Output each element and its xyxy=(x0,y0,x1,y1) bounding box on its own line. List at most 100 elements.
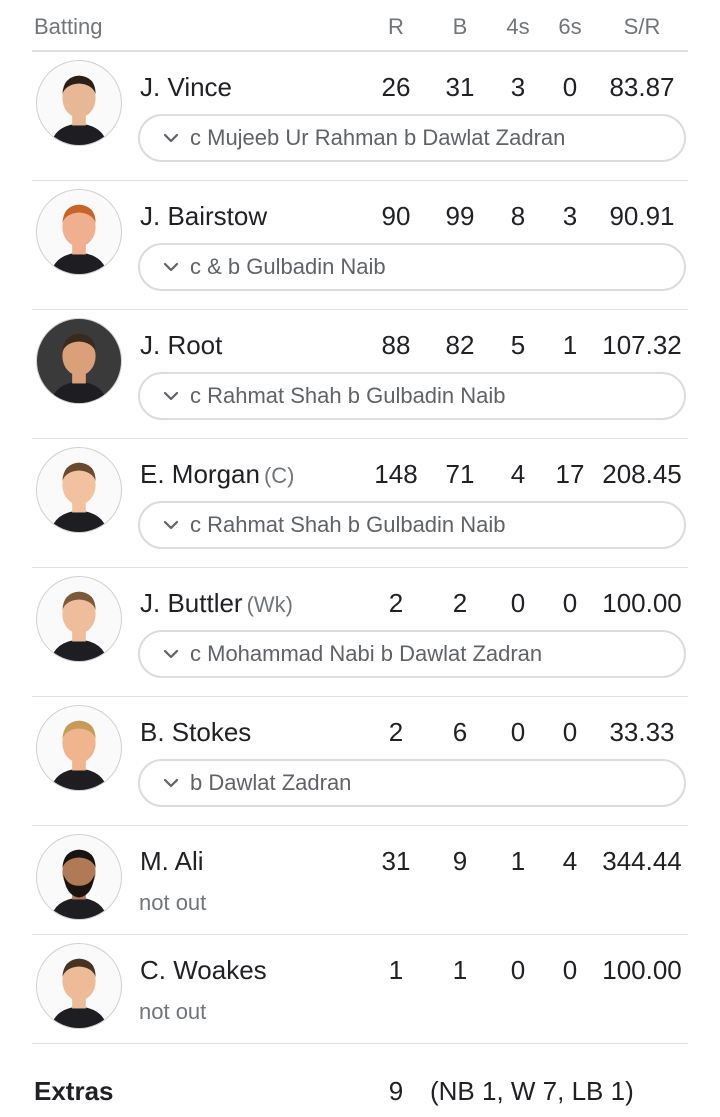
stat-runs: 2 xyxy=(388,588,404,618)
dismissal-expander[interactable]: c Rahmat Shah b Gulbadin Naib xyxy=(138,372,686,420)
stat-fours: 1 xyxy=(510,846,526,876)
stat-runs: 1 xyxy=(388,955,404,985)
stat-sixes: 4 xyxy=(562,846,578,876)
player-name[interactable]: C. Woakes xyxy=(140,955,267,986)
extras-total: 9 xyxy=(388,1076,404,1106)
player-avatar xyxy=(36,705,122,791)
stat-sixes: 3 xyxy=(562,201,578,231)
player-role-tag: (Wk) xyxy=(246,592,294,617)
player-photo-icon xyxy=(50,849,108,919)
dismissal-expander[interactable]: c & b Gulbadin Naib xyxy=(138,243,686,291)
player-name[interactable]: J. Vince xyxy=(140,72,232,103)
stat-strike-rate: 107.32 xyxy=(602,330,682,360)
player-avatar xyxy=(36,189,122,275)
player-row: M. Ali 31 9 1 4 344.44 not out xyxy=(0,826,720,935)
stat-sixes: 0 xyxy=(562,955,578,985)
stat-sixes: 0 xyxy=(562,72,578,102)
stat-balls: 1 xyxy=(452,955,468,985)
stat-fours: 5 xyxy=(510,330,526,360)
player-row: J. Bairstow 90 99 8 3 90.91 c & b Gulbadin Nai… xyxy=(0,181,720,310)
player-name-text: E. Morgan xyxy=(140,459,260,489)
stat-runs: 90 xyxy=(381,201,411,231)
player-name-text: J. Bairstow xyxy=(140,201,268,231)
player-photo-icon xyxy=(50,462,108,532)
player-row: J. Root 88 82 5 1 107.32 c Rahmat Shah b Gulba… xyxy=(0,310,720,439)
player-photo-icon xyxy=(50,75,108,145)
col-header-strike-rate: S/R xyxy=(623,14,661,39)
player-name-text: M. Ali xyxy=(140,846,204,876)
dismissal-expander[interactable]: c Rahmat Shah b Gulbadin Naib xyxy=(138,501,686,549)
player-avatar xyxy=(36,576,122,662)
stat-strike-rate: 83.87 xyxy=(609,72,675,102)
player-row: J. Buttler (Wk) 2 2 0 0 100.00 c Mohammad Nabi … xyxy=(0,568,720,697)
stat-runs: 31 xyxy=(381,846,411,876)
stat-sixes: 0 xyxy=(562,717,578,747)
player-name-text: J. Buttler xyxy=(140,588,243,618)
player-name[interactable]: B. Stokes xyxy=(140,717,251,748)
dismissal-text: c Mujeeb Ur Rahman b Dawlat Zadran xyxy=(190,125,566,150)
player-row: B. Stokes 2 6 0 0 33.33 b Dawlat Zadran xyxy=(0,697,720,826)
stat-runs: 2 xyxy=(388,717,404,747)
player-avatar xyxy=(36,318,122,404)
player-row: E. Morgan (C) 148 71 4 17 208.45 c Rahmat Shah … xyxy=(0,439,720,568)
stat-strike-rate: 33.33 xyxy=(609,717,675,747)
player-avatar xyxy=(36,943,122,1029)
dismissal-expander[interactable]: b Dawlat Zadran xyxy=(138,759,686,807)
stat-strike-rate: 344.44 xyxy=(602,846,682,876)
stat-fours: 4 xyxy=(510,459,526,489)
stat-balls: 71 xyxy=(445,459,475,489)
player-name[interactable]: J. Buttler (Wk) xyxy=(140,588,293,619)
dismissal-text: b Dawlat Zadran xyxy=(190,770,352,795)
stat-balls: 31 xyxy=(445,72,475,102)
stat-sixes: 17 xyxy=(555,459,585,489)
player-photo-icon xyxy=(50,720,108,790)
player-avatar xyxy=(36,60,122,146)
stat-fours: 0 xyxy=(510,717,526,747)
col-header-balls: B xyxy=(452,14,468,39)
stat-balls: 9 xyxy=(452,846,468,876)
chevron-down-icon xyxy=(163,649,179,659)
player-row: J. Vince 26 31 3 0 83.87 c Mujeeb Ur Rahman b … xyxy=(0,52,720,181)
stat-balls: 82 xyxy=(445,330,475,360)
player-photo-icon xyxy=(50,591,108,661)
player-photo-icon xyxy=(50,958,108,1028)
chevron-down-icon xyxy=(163,262,179,272)
player-name[interactable]: E. Morgan (C) xyxy=(140,459,295,490)
stat-balls: 99 xyxy=(445,201,475,231)
player-name[interactable]: J. Bairstow xyxy=(140,201,267,232)
extras-row: Extras 9 (NB 1, W 7, LB 1) xyxy=(0,1066,720,1116)
player-row: C. Woakes 1 1 0 0 100.00 not out xyxy=(0,935,720,1044)
stat-balls: 2 xyxy=(452,588,468,618)
stat-strike-rate: 100.00 xyxy=(602,588,682,618)
chevron-down-icon xyxy=(163,778,179,788)
player-name-text: J. Root xyxy=(140,330,223,360)
dismissal-expander[interactable]: c Mohammad Nabi b Dawlat Zadran xyxy=(138,630,686,678)
player-name[interactable]: J. Root xyxy=(140,330,222,361)
stat-strike-rate: 208.45 xyxy=(602,459,682,489)
stat-balls: 6 xyxy=(452,717,468,747)
player-avatar xyxy=(36,447,122,533)
chevron-down-icon xyxy=(163,391,179,401)
dismissal-expander[interactable]: c Mujeeb Ur Rahman b Dawlat Zadran xyxy=(138,114,686,162)
stat-sixes: 0 xyxy=(562,588,578,618)
extras-label: Extras xyxy=(34,1076,114,1106)
stat-sixes: 1 xyxy=(562,330,578,360)
not-out-label: not out xyxy=(139,890,207,915)
stat-fours: 8 xyxy=(510,201,526,231)
player-name[interactable]: M. Ali xyxy=(140,846,204,877)
player-photo-icon xyxy=(50,204,108,274)
not-out-label: not out xyxy=(139,999,207,1024)
player-photo-icon xyxy=(50,333,108,403)
dismissal-text: c Rahmat Shah b Gulbadin Naib xyxy=(190,383,506,408)
stat-runs: 88 xyxy=(381,330,411,360)
dismissal-text: c Mohammad Nabi b Dawlat Zadran xyxy=(190,641,543,666)
dismissal-text: c & b Gulbadin Naib xyxy=(190,254,386,279)
stat-strike-rate: 100.00 xyxy=(602,955,682,985)
stat-strike-rate: 90.91 xyxy=(609,201,675,231)
player-role-tag: (C) xyxy=(263,463,295,488)
col-header-fours: 4s xyxy=(506,14,530,39)
batting-header: Batting R B 4s 6s S/R xyxy=(0,0,720,52)
dismissal-text: c Rahmat Shah b Gulbadin Naib xyxy=(190,512,506,537)
stat-runs: 148 xyxy=(374,459,418,489)
player-name-text: J. Vince xyxy=(140,72,233,102)
